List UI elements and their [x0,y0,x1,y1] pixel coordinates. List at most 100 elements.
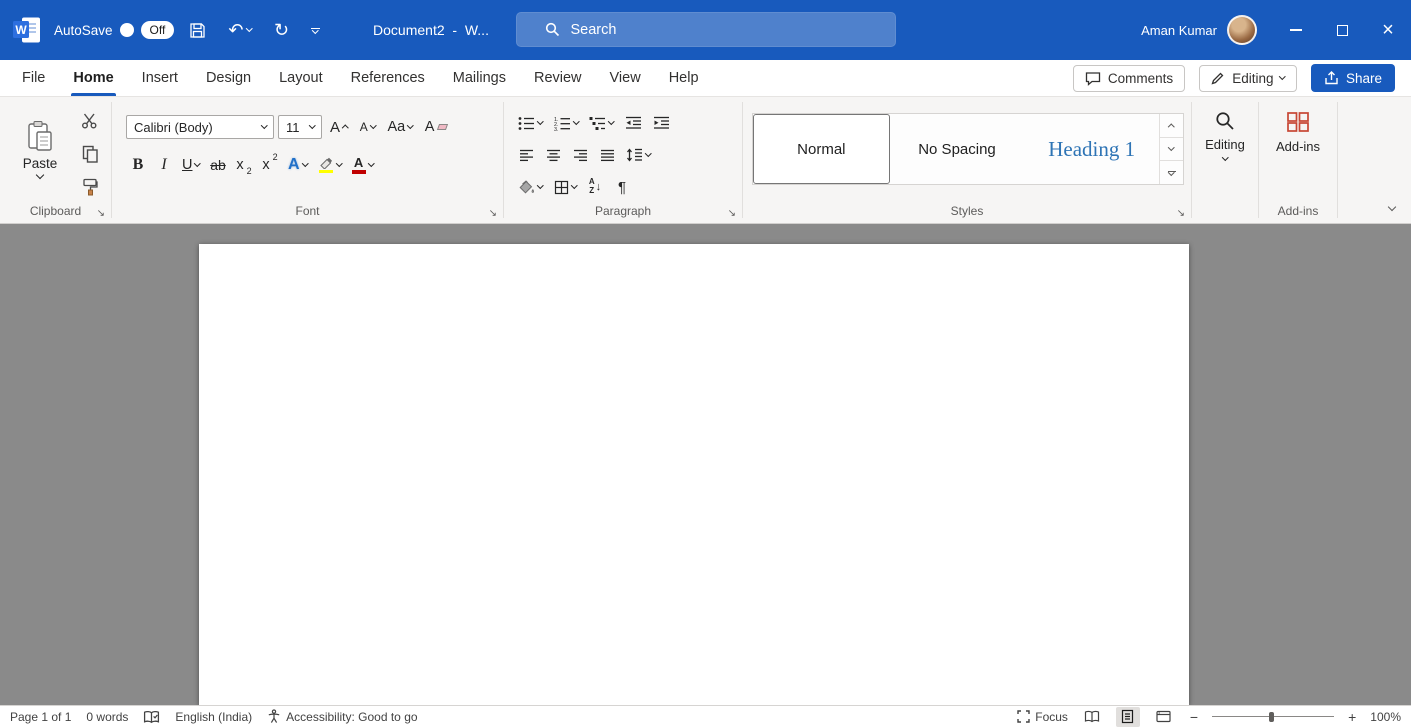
paste-button[interactable]: Paste [12,105,68,193]
styles-scroll-down-button[interactable] [1160,138,1183,162]
save-button[interactable] [182,18,213,43]
tab-insert[interactable]: Insert [128,60,192,96]
style-normal[interactable]: Normal [753,114,890,184]
styles-scroll-up-button[interactable] [1160,114,1183,138]
align-center-button[interactable] [541,142,565,168]
addins-button[interactable]: Add-ins [1269,111,1327,154]
tab-help[interactable]: Help [655,60,713,96]
document-page[interactable] [199,244,1189,705]
zoom-in-button[interactable]: + [1346,710,1358,724]
font-family-select[interactable]: Calibri (Body) [126,115,274,139]
minimize-button[interactable] [1273,0,1319,60]
tab-references[interactable]: References [337,60,439,96]
justify-button[interactable] [595,142,619,168]
bullets-button[interactable] [514,110,547,136]
customize-qat-button[interactable] [304,24,327,37]
chevron-up-icon [342,125,348,131]
style-normal-label: Normal [797,141,845,158]
redo-button[interactable]: ↻ [267,17,296,43]
eraser-icon [437,124,448,130]
tab-review[interactable]: Review [520,60,596,96]
editing-mode-button[interactable]: Editing [1199,65,1297,92]
paste-clipboard-icon [27,120,53,152]
style-no-spacing[interactable]: No Spacing [890,114,1025,184]
share-label: Share [1346,71,1382,86]
user-avatar[interactable] [1227,15,1257,45]
zoom-slider[interactable] [1212,710,1334,724]
autosave-knob-icon[interactable] [120,23,134,37]
numbering-button[interactable]: 1. 2. 3. [550,110,583,136]
copy-icon [82,145,99,163]
chevron-down-icon [36,171,44,179]
user-name[interactable]: Aman Kumar [1141,23,1217,38]
styles-dialog-launcher[interactable]: ↘ [1177,209,1185,219]
zoom-out-button[interactable]: − [1188,710,1200,724]
tab-design[interactable]: Design [192,60,265,96]
tab-home[interactable]: Home [59,60,127,96]
clipboard-dialog-launcher[interactable]: ↘ [97,209,105,219]
change-case-button[interactable]: Aa [384,114,417,140]
italic-button[interactable]: I [152,152,176,178]
search-box[interactable]: Search [516,12,896,47]
multilevel-list-button[interactable] [585,110,618,136]
line-spacing-button[interactable] [622,142,655,168]
strikethrough-button[interactable]: ab [206,152,230,178]
borders-icon [554,180,569,195]
sort-icon: AZ ↓ [589,178,601,196]
subscript-button[interactable]: x2 [232,152,256,178]
page-indicator[interactable]: Page 1 of 1 [10,710,71,724]
word-count[interactable]: 0 words [86,710,128,724]
font-group: Calibri (Body) 11 A A Aa A [112,97,503,223]
proofing-status[interactable] [143,710,160,724]
shading-button[interactable] [514,174,547,200]
bold-button[interactable]: B [126,152,150,178]
clear-formatting-button[interactable]: A [421,114,452,140]
paragraph-dialog-launcher[interactable]: ↘ [728,209,736,219]
show-formatting-button[interactable]: ¶ [610,174,634,200]
increase-indent-button[interactable] [649,110,674,136]
shrink-font-icon: A [360,121,368,133]
tab-view[interactable]: View [596,60,655,96]
chevron-down-icon [1222,154,1228,160]
cut-button[interactable] [78,109,102,133]
language-indicator[interactable]: English (India) [175,710,252,724]
underline-button[interactable]: U [178,152,204,178]
align-right-button[interactable] [568,142,592,168]
grow-font-button[interactable]: A [326,114,352,140]
superscript-button[interactable]: x2 [258,152,282,178]
close-button[interactable]: × [1365,0,1411,60]
maximize-button[interactable] [1319,0,1365,60]
word-logo-icon[interactable]: W [12,16,42,44]
style-heading1[interactable]: Heading 1 [1024,114,1159,184]
accessibility-checker[interactable]: Accessibility: Good to go [267,709,417,724]
comments-button[interactable]: Comments [1073,65,1185,92]
styles-more-button[interactable] [1160,161,1183,184]
collapse-ribbon-button[interactable] [1389,198,1395,213]
zoom-level[interactable]: 100% [1370,710,1401,724]
web-layout-button[interactable] [1152,707,1176,727]
focus-mode-button[interactable]: Focus [1017,710,1068,724]
tab-layout[interactable]: Layout [265,60,337,96]
text-effects-button[interactable]: A [284,152,311,178]
share-button[interactable]: Share [1311,64,1395,92]
font-color-button[interactable]: A [348,152,378,178]
chevron-down-icon [608,118,614,124]
format-painter-button[interactable] [78,175,102,199]
zoom-slider-thumb[interactable] [1269,712,1274,723]
tab-file[interactable]: File [8,60,59,96]
sort-button[interactable]: AZ ↓ [583,174,607,200]
editing-menu-button[interactable]: Editing [1199,111,1251,160]
decrease-indent-button[interactable] [621,110,646,136]
copy-button[interactable] [78,142,102,166]
undo-button[interactable]: ↶ [221,17,259,43]
font-size-select[interactable]: 11 [278,115,322,139]
print-layout-button[interactable] [1116,707,1140,727]
highlight-color-button[interactable] [313,152,346,178]
align-left-button[interactable] [514,142,538,168]
read-mode-button[interactable] [1080,707,1104,727]
borders-button[interactable] [550,174,581,200]
font-dialog-launcher[interactable]: ↘ [489,209,497,219]
tab-mailings[interactable]: Mailings [439,60,520,96]
autosave-toggle[interactable]: AutoSave Off [54,21,174,39]
shrink-font-button[interactable]: A [356,114,380,140]
